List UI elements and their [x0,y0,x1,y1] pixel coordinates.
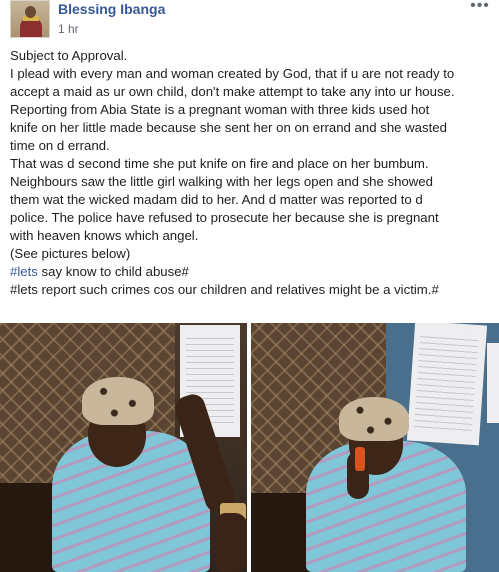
text-line: accept a maid as ur own child, don't mak… [10,84,455,99]
text-line: them wat the wicked madam did to her. An… [10,192,423,207]
author-avatar[interactable] [10,0,50,38]
post-timestamp[interactable]: 1 hr [58,22,79,36]
hashtag-line-1: #lets say know to child abuse# [10,263,492,281]
hashtag-line-2: #lets report such crimes cos our childre… [10,282,439,297]
facebook-post: Blessing Ibanga 1 hr ••• Subject to Appr… [0,0,499,572]
more-options-icon[interactable]: ••• [469,0,491,16]
post-photo-1[interactable] [0,323,247,572]
timestamp-text[interactable]: 1 hr [58,22,79,36]
author-name[interactable]: Blessing Ibanga [58,1,165,17]
text-line: knife on her little made because she sen… [10,120,447,135]
text-line: I plead with every man and woman created… [10,66,455,81]
text-line: (See pictures below) [10,246,131,261]
text-line: police. The police have refused to prose… [10,210,439,225]
text-line: Reporting from Abia State is a pregnant … [10,102,430,117]
post-photo-2[interactable] [251,323,499,572]
text-line: Subject to Approval. [10,48,128,63]
text-line: Neighbours saw the little girl walking w… [10,174,433,189]
text-line: with heaven knows which angel. [10,228,199,243]
post-body-text: Subject to Approval. I plead with every … [10,47,492,299]
text-line: That was d second time she put knife on … [10,156,429,171]
post-header: Blessing Ibanga 1 hr ••• [0,0,499,44]
text-line: time on d errand. [10,138,110,153]
photo-grid [0,323,499,572]
hashtag-link[interactable]: #lets [10,264,38,279]
hashtag-line-rest: say know to child abuse# [37,264,189,279]
